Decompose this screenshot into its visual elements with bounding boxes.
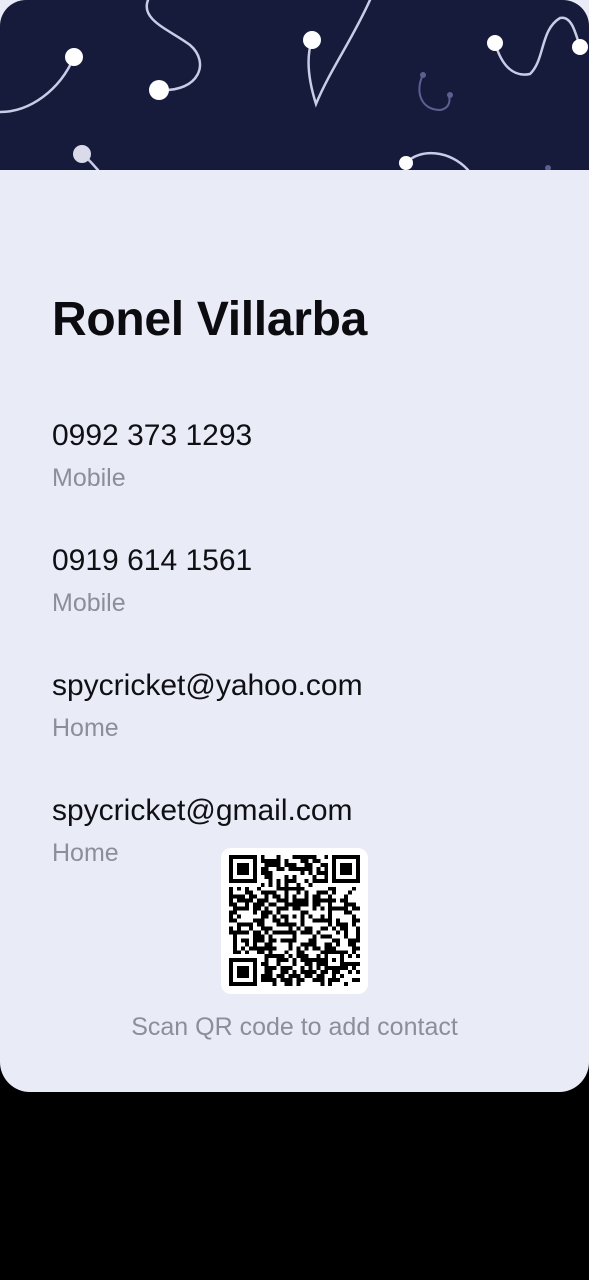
email-entry[interactable]: spycricket@yahoo.com Home: [52, 668, 363, 743]
phone-number[interactable]: 0919 614 1561: [52, 543, 252, 579]
email-type-label: Home: [52, 714, 119, 742]
contact-card: Ronel Villarba 0992 373 1293 Mobile 0919…: [0, 0, 589, 1092]
constellation-art-icon: [0, 0, 588, 170]
email-address[interactable]: spycricket@gmail.com: [52, 793, 353, 829]
phone-type-label: Mobile: [52, 464, 126, 492]
phone-entry[interactable]: 0992 373 1293 Mobile: [52, 418, 252, 493]
contact-name: Ronel Villarba: [52, 293, 368, 346]
qr-code-icon: [229, 855, 360, 986]
email-address[interactable]: spycricket@yahoo.com: [52, 668, 363, 704]
screen-background: [0, 1092, 589, 1280]
qr-code: [221, 848, 368, 994]
phone-number[interactable]: 0992 373 1293: [52, 418, 252, 454]
phone-type-label: Mobile: [52, 589, 126, 617]
phone-entry[interactable]: 0919 614 1561 Mobile: [52, 543, 252, 618]
header-decoration: [0, 0, 589, 170]
qr-caption: Scan QR code to add contact: [131, 1013, 458, 1041]
